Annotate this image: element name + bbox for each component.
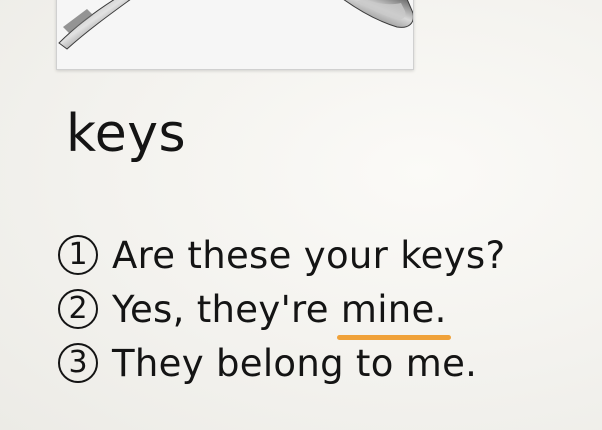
- sentence-1: 1 Are these your keys?: [58, 228, 505, 282]
- sentence-text-before: Yes, they're: [112, 287, 341, 331]
- sentence-text: Are these your keys?: [112, 233, 506, 277]
- number-badge: 2: [58, 289, 98, 329]
- sentence-text: They belong to me.: [112, 341, 478, 385]
- number-badge: 3: [58, 343, 98, 383]
- keys-photo: [56, 0, 414, 70]
- keys-photo-icon: [58, 0, 413, 50]
- example-sentences: 1 Are these your keys? 2 Yes, they're mi…: [58, 228, 505, 390]
- sentence-2: 2 Yes, they're mine.: [58, 282, 505, 340]
- sentence-3: 3 They belong to me.: [58, 336, 505, 390]
- number-badge: 1: [58, 235, 98, 275]
- word-title: keys: [66, 104, 187, 164]
- highlighted-word: mine.: [336, 287, 451, 340]
- sentence-text: Yes, they're mine.: [112, 287, 451, 340]
